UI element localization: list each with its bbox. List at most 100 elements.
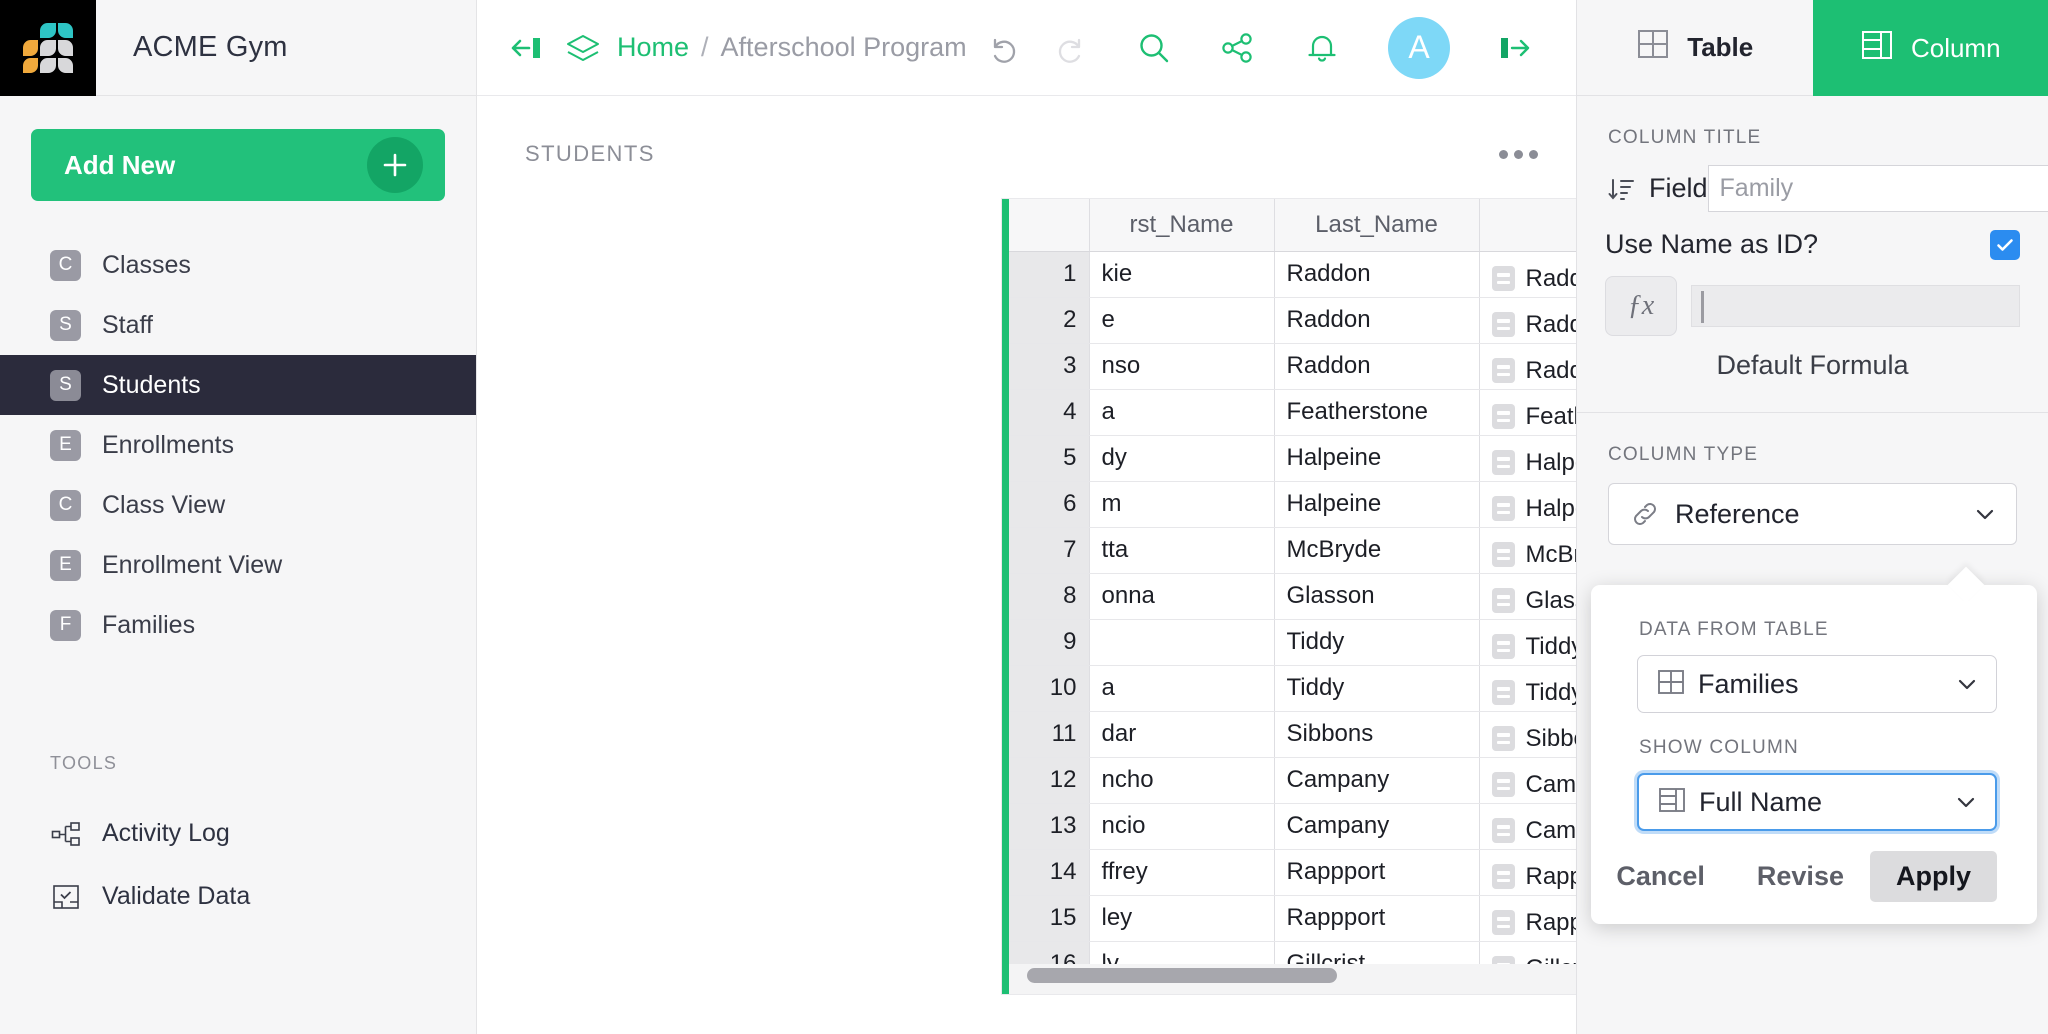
table-row[interactable]: 1 kie Raddon Raddon, Brockie 2012-08-02 … bbox=[1009, 251, 1576, 297]
cell-first-name[interactable]: tta bbox=[1089, 527, 1274, 573]
cell-full-name[interactable]: Sibbons, Weidar bbox=[1479, 711, 1576, 757]
sidebar-item-students[interactable]: S Students bbox=[0, 355, 476, 415]
cell-first-name[interactable]: a bbox=[1089, 665, 1274, 711]
cell-last-name[interactable]: Raddon bbox=[1274, 297, 1479, 343]
sidebar-item-class-view[interactable]: C Class View bbox=[0, 475, 476, 535]
table-row[interactable]: 4 a Featherstone Featherstone, Nesta 201… bbox=[1009, 389, 1576, 435]
cell-full-name[interactable]: McBryde, Julietta bbox=[1479, 527, 1576, 573]
revise-button[interactable]: Revise bbox=[1731, 851, 1870, 902]
cell-last-name[interactable]: Sibbons bbox=[1274, 711, 1479, 757]
cell-last-name[interactable]: Campany bbox=[1274, 803, 1479, 849]
cell-full-name[interactable]: Rappport, Hartley bbox=[1479, 895, 1576, 941]
cell-full-name[interactable]: Raddon, Alfonso bbox=[1479, 343, 1576, 389]
cell-last-name[interactable]: Campany bbox=[1274, 757, 1479, 803]
cell-full-name[interactable]: Campany, Sauncho bbox=[1479, 757, 1576, 803]
show-column-select[interactable]: Full Name bbox=[1637, 773, 1997, 831]
horizontal-scrollbar[interactable] bbox=[1002, 968, 1576, 988]
data-grid[interactable]: rst_Name Last_Name Full Name Birthday M … bbox=[1002, 199, 1576, 994]
sidebar-item-enrollments[interactable]: E Enrollments bbox=[0, 415, 476, 475]
cell-full-name[interactable]: Tiddy, Aile bbox=[1479, 619, 1576, 665]
cell-full-name[interactable]: Halpeine, Noam bbox=[1479, 481, 1576, 527]
table-row[interactable]: 9 Tiddy Tiddy, Aile 2011-09-26 F bbox=[1009, 619, 1576, 665]
table-row[interactable]: 2 e Raddon Raddon, Care 2013-11-03 M bbox=[1009, 297, 1576, 343]
sidebar-item-classes[interactable]: C Classes bbox=[0, 235, 476, 295]
horizontal-scroll-thumb[interactable] bbox=[1027, 968, 1337, 983]
share-icon[interactable] bbox=[1196, 0, 1280, 96]
cell-first-name[interactable]: e bbox=[1089, 297, 1274, 343]
cell-full-name[interactable]: Raddon, Brockie bbox=[1479, 251, 1576, 297]
default-formula-input[interactable] bbox=[1691, 285, 2020, 327]
cell-first-name[interactable]: ffrey bbox=[1089, 849, 1274, 895]
cell-last-name[interactable]: Tiddy bbox=[1274, 619, 1479, 665]
cell-last-name[interactable]: Halpeine bbox=[1274, 481, 1479, 527]
tab-table[interactable]: Table bbox=[1577, 0, 1813, 96]
table-row[interactable]: 8 onna Glasson Glasson, Ladonna 2013-06-… bbox=[1009, 573, 1576, 619]
table-row[interactable]: 10 a Tiddy Tiddy, Joella 2011-10-20 F bbox=[1009, 665, 1576, 711]
cell-full-name[interactable]: Featherstone, Nesta bbox=[1479, 389, 1576, 435]
data-from-table-select[interactable]: Families bbox=[1637, 655, 1997, 713]
sidebar-item-families[interactable]: F Families bbox=[0, 595, 476, 655]
add-new-button[interactable]: Add New bbox=[31, 129, 445, 201]
cell-full-name[interactable]: Halpeine, Mordy bbox=[1479, 435, 1576, 481]
cell-first-name[interactable]: ncho bbox=[1089, 757, 1274, 803]
sidebar-item-staff[interactable]: S Staff bbox=[0, 295, 476, 355]
cell-first-name[interactable]: nso bbox=[1089, 343, 1274, 389]
cell-first-name[interactable]: ley bbox=[1089, 895, 1274, 941]
cell-first-name[interactable]: onna bbox=[1089, 573, 1274, 619]
cell-first-name[interactable]: m bbox=[1089, 481, 1274, 527]
table-row[interactable]: 3 nso Raddon Raddon, Alfonso 2013-02-27 … bbox=[1009, 343, 1576, 389]
field-title-input[interactable] bbox=[1708, 165, 2048, 212]
table-row[interactable]: 7 tta McBryde McBryde, Julietta 2012-03-… bbox=[1009, 527, 1576, 573]
search-icon[interactable] bbox=[1112, 0, 1196, 96]
col-header-rownum[interactable] bbox=[1009, 199, 1089, 251]
cell-full-name[interactable]: Raddon, Care bbox=[1479, 297, 1576, 343]
tool-validate-data[interactable]: Validate Data bbox=[0, 865, 476, 928]
cell-last-name[interactable]: Glasson bbox=[1274, 573, 1479, 619]
cell-last-name[interactable]: McBryde bbox=[1274, 527, 1479, 573]
breadcrumb: Home / Afterschool Program bbox=[565, 32, 967, 64]
cell-full-name[interactable]: Rappport, Geoffrey bbox=[1479, 849, 1576, 895]
table-row[interactable]: 6 m Halpeine Halpeine, Noam 2011-08-15 M bbox=[1009, 481, 1576, 527]
app-logo[interactable] bbox=[0, 0, 96, 96]
logout-icon[interactable] bbox=[1474, 0, 1558, 96]
cell-first-name[interactable] bbox=[1089, 619, 1274, 665]
col-header-last-name[interactable]: Last_Name bbox=[1274, 199, 1479, 251]
table-row[interactable]: 12 ncho Campany Campany, Sauncho 2012-09… bbox=[1009, 757, 1576, 803]
table-row[interactable]: 15 ley Rappport Rappport, Hartley 2010-0… bbox=[1009, 895, 1576, 941]
apply-button[interactable]: Apply bbox=[1870, 851, 1997, 902]
cell-last-name[interactable]: Halpeine bbox=[1274, 435, 1479, 481]
cell-full-name[interactable]: Glasson, Ladonna bbox=[1479, 573, 1576, 619]
cell-first-name[interactable]: a bbox=[1089, 389, 1274, 435]
cancel-button[interactable]: Cancel bbox=[1590, 851, 1731, 902]
cell-first-name[interactable]: dy bbox=[1089, 435, 1274, 481]
cell-first-name[interactable]: ncio bbox=[1089, 803, 1274, 849]
cell-first-name[interactable]: kie bbox=[1089, 251, 1274, 297]
cell-full-name[interactable]: Campany, Terencio bbox=[1479, 803, 1576, 849]
cell-last-name[interactable]: Raddon bbox=[1274, 343, 1479, 389]
fx-button[interactable]: ƒx bbox=[1605, 276, 1677, 336]
cell-last-name[interactable]: Featherstone bbox=[1274, 389, 1479, 435]
table-row[interactable]: 11 dar Sibbons Sibbons, Weidar 2010-04-0… bbox=[1009, 711, 1576, 757]
tab-column[interactable]: Column bbox=[1813, 0, 2048, 96]
collapse-sidebar-icon[interactable] bbox=[507, 33, 543, 63]
sidebar-item-enrollment-view[interactable]: E Enrollment View bbox=[0, 535, 476, 595]
bell-icon[interactable] bbox=[1280, 0, 1364, 96]
cell-last-name[interactable]: Tiddy bbox=[1274, 665, 1479, 711]
cell-first-name[interactable]: dar bbox=[1089, 711, 1274, 757]
tool-activity-log[interactable]: Activity Log bbox=[0, 802, 476, 865]
avatar[interactable]: A bbox=[1364, 0, 1474, 96]
cell-last-name[interactable]: Rappport bbox=[1274, 895, 1479, 941]
table-row[interactable]: 14 ffrey Rappport Rappport, Geoffrey 201… bbox=[1009, 849, 1576, 895]
table-row[interactable]: 13 ncio Campany Campany, Terencio 2010-0… bbox=[1009, 803, 1576, 849]
table-row[interactable]: 5 dy Halpeine Halpeine, Mordy 2010-01-08… bbox=[1009, 435, 1576, 481]
cell-last-name[interactable]: Rappport bbox=[1274, 849, 1479, 895]
col-header-first-name[interactable]: rst_Name bbox=[1089, 199, 1274, 251]
col-header-full-name[interactable]: Full Name bbox=[1479, 199, 1576, 251]
ellipsis-icon[interactable] bbox=[1489, 140, 1548, 169]
cell-last-name[interactable]: Raddon bbox=[1274, 251, 1479, 297]
cell-full-name[interactable]: Tiddy, Joella bbox=[1479, 665, 1576, 711]
use-name-as-id-checkbox[interactable] bbox=[1990, 230, 2020, 260]
breadcrumb-home[interactable]: Home bbox=[617, 32, 689, 63]
undo-icon[interactable] bbox=[967, 0, 1037, 96]
column-type-select[interactable]: Reference bbox=[1608, 483, 2017, 545]
